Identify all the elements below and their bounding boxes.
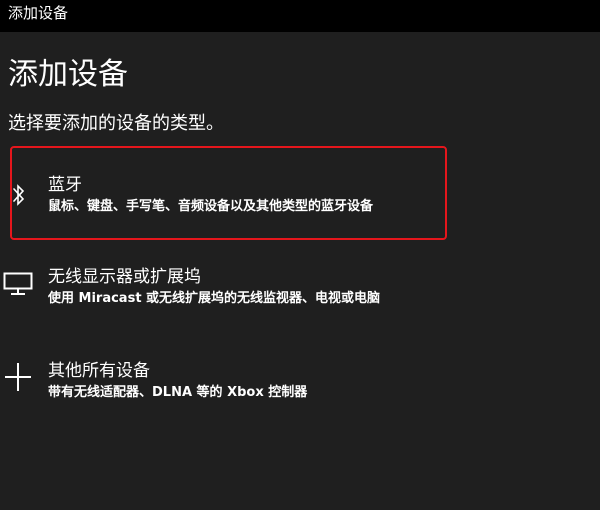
option-bluetooth-description: 鼠标、键盘、手写笔、音频设备以及其他类型的蓝牙设备 [48,199,374,214]
option-everything-else-title: 其他所有设备 [48,361,150,381]
option-bluetooth-title: 蓝牙 [48,175,82,195]
monitor-icon [3,272,33,295]
option-everything-else-description: 带有无线适配器、DLNA 等的 Xbox 控制器 [48,385,308,400]
page-title: 添加设备 [8,57,128,92]
option-wireless-display-description: 使用 Miracast 或无线扩展坞的无线监视器、电视或电脑 [48,291,381,306]
page-subtitle: 选择要添加的设备的类型。 [8,113,224,134]
option-bluetooth[interactable]: 蓝牙 鼠标、键盘、手写笔、音频设备以及其他类型的蓝牙设备 [0,156,600,228]
bluetooth-icon [13,184,25,206]
plus-icon [5,363,31,391]
option-everything-else[interactable]: 其他所有设备 带有无线适配器、DLNA 等的 Xbox 控制器 [0,346,600,418]
option-wireless-display-title: 无线显示器或扩展坞 [48,267,201,287]
option-wireless-display[interactable]: 无线显示器或扩展坞 使用 Miracast 或无线扩展坞的无线监视器、电视或电脑 [0,252,600,324]
dialog-content: 添加设备 选择要添加的设备的类型。 蓝牙 鼠标、键盘、手写笔、音频设备以及其他类… [0,32,600,510]
title-bar: 添加设备 [0,0,600,32]
window-title: 添加设备 [8,4,69,22]
